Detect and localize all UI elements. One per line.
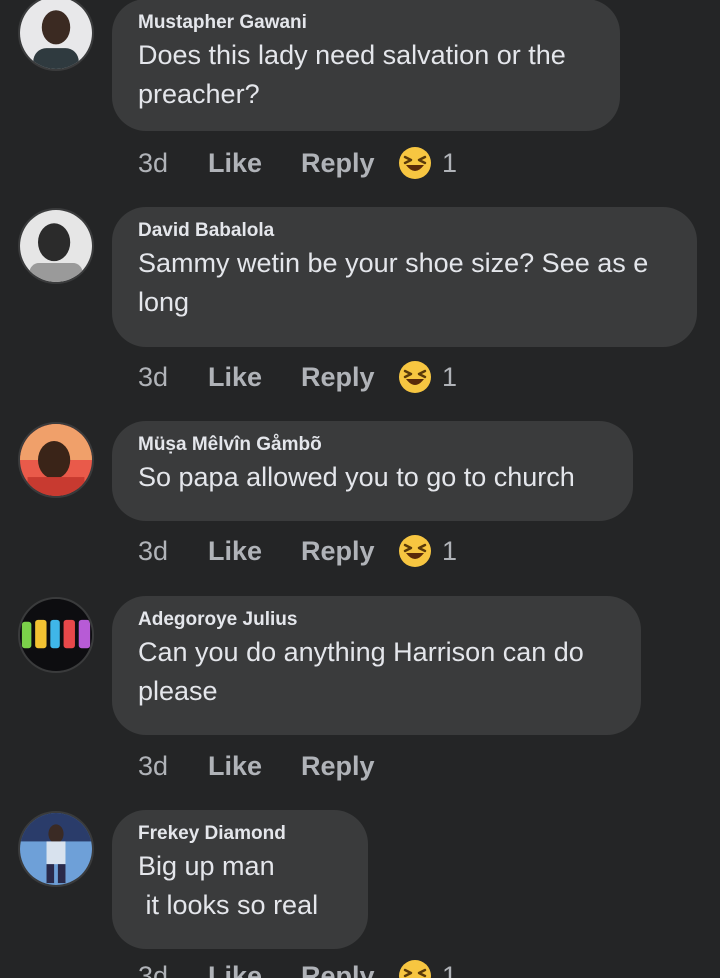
like-button[interactable]: Like [208, 148, 301, 179]
like-button[interactable]: Like [208, 536, 301, 567]
comment-actions: 3d Like Reply 1 [138, 357, 457, 397]
comment-bubble: David Babalola Sammy wetin be your shoe … [112, 207, 697, 347]
avatar[interactable] [18, 811, 94, 887]
comment-actions: 3d Like Reply 1 [138, 956, 457, 978]
comment-text: Big up man it looks so real [138, 851, 319, 920]
like-button[interactable]: Like [208, 362, 301, 393]
laughing-emoji-icon [399, 147, 431, 179]
comment-author[interactable]: David Babalola [138, 220, 671, 242]
laughing-emoji-icon [399, 361, 431, 393]
reaction-summary[interactable]: 1 [398, 959, 457, 978]
reply-button[interactable]: Reply [301, 362, 398, 393]
comment-text: Can you do anything Harrison can do plea… [138, 637, 584, 706]
avatar[interactable] [18, 0, 94, 71]
reply-button[interactable]: Reply [301, 148, 398, 179]
reaction-count: 1 [442, 361, 458, 392]
reply-button[interactable]: Reply [301, 961, 398, 978]
laughing-emoji-icon [399, 535, 431, 567]
reaction-count: 1 [442, 147, 458, 178]
reply-button[interactable]: Reply [301, 751, 398, 782]
avatar[interactable] [18, 422, 94, 498]
comment-text: Does this lady need salvation or the pre… [138, 40, 566, 109]
comment-bubble: Adegoroye Julius Can you do anything Har… [112, 596, 641, 735]
laughing-emoji-icon [399, 960, 431, 978]
comment-author[interactable]: Adegoroye Julius [138, 609, 615, 631]
comment-timestamp[interactable]: 3d [138, 961, 208, 978]
comment-timestamp[interactable]: 3d [138, 148, 208, 179]
reaction-summary[interactable]: 1 [398, 146, 457, 180]
comment-text: So papa allowed you to go to church [138, 462, 575, 492]
reaction-count: 1 [442, 960, 458, 978]
comments-feed: Mustapher Gawani Does this lady need sal… [0, 0, 720, 978]
comment-actions: 3d Like Reply [138, 746, 398, 786]
comment-text: Sammy wetin be your shoe size? See as e … [138, 248, 649, 317]
avatar[interactable] [18, 208, 94, 284]
comment-actions: 3d Like Reply 1 [138, 531, 457, 571]
avatar[interactable] [18, 597, 94, 673]
reply-button[interactable]: Reply [301, 536, 398, 567]
comment-timestamp[interactable]: 3d [138, 362, 208, 393]
like-button[interactable]: Like [208, 961, 301, 978]
comment-timestamp[interactable]: 3d [138, 751, 208, 782]
reaction-summary[interactable]: 1 [398, 534, 457, 568]
reaction-count: 1 [442, 535, 458, 566]
comment-bubble: Mustapher Gawani Does this lady need sal… [112, 0, 620, 131]
comment-author[interactable]: Frekey Diamond [138, 823, 342, 845]
comment-author[interactable]: Mustapher Gawani [138, 12, 594, 34]
comment-bubble: Frekey Diamond Big up man it looks so re… [112, 810, 368, 949]
comment-author[interactable]: Müṣa Mêlvîn Gåmbõ [138, 434, 607, 456]
like-button[interactable]: Like [208, 751, 301, 782]
comment-timestamp[interactable]: 3d [138, 536, 208, 567]
comment-actions: 3d Like Reply 1 [138, 143, 457, 183]
comment-bubble: Müṣa Mêlvîn Gåmbõ So papa allowed you to… [112, 421, 633, 521]
reaction-summary[interactable]: 1 [398, 360, 457, 394]
